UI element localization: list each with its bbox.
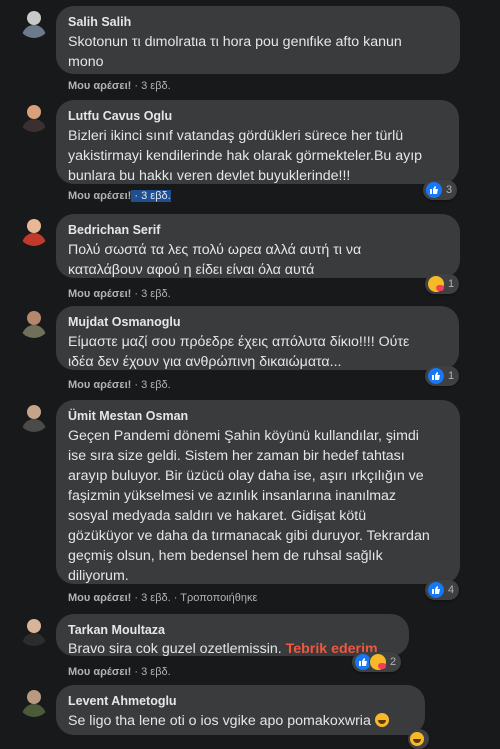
- comment-time[interactable]: 3 εβδ.: [141, 190, 171, 202]
- laughing-emoji-icon: [374, 713, 389, 727]
- comment-author[interactable]: Levent Ahmetoglu: [68, 693, 413, 709]
- care-reaction-icon: [369, 653, 387, 671]
- comment-text: Πολύ σωστά τα λες πολύ ωρεα αλλά αυτή τι…: [68, 240, 448, 280]
- avatar-body: [22, 25, 46, 38]
- reaction-count: 1: [448, 278, 455, 290]
- comment-line: Πολύ σωστά τα λες πολύ ωρεα αλλά αυτή τι…: [68, 242, 362, 258]
- avatar-head: [27, 619, 41, 633]
- comment-actions: Μου αρέσει! · 3 εβδ.: [68, 80, 171, 92]
- reaction-summary[interactable]: 2: [352, 652, 402, 672]
- avatar-body: [22, 119, 46, 132]
- comment-line: arayıp buluyor. Bir üzücü olay daha ise,…: [68, 468, 424, 484]
- avatar[interactable]: [18, 614, 50, 646]
- comment-actions: Μου αρέσει! · 3 εβδ. · Τροποποιήθηκε: [68, 592, 258, 604]
- comment-text-plain: Se ligo tha lene oti o ios vgike apo pom…: [68, 713, 371, 729]
- like-link[interactable]: Μου αρέσει!: [68, 288, 131, 300]
- comment-time[interactable]: 3 εβδ.: [141, 666, 171, 678]
- avatar-body: [22, 704, 46, 717]
- reaction-count: 2: [390, 656, 397, 668]
- avatar[interactable]: [18, 6, 50, 38]
- comment-author[interactable]: Ümit Mestan Osman: [68, 408, 448, 424]
- reaction-summary[interactable]: [408, 729, 429, 749]
- reaction-count: 3: [446, 184, 453, 196]
- comment-bubble: Ümit Mestan Osman Geçen Pandemi dönemi Ş…: [56, 400, 460, 584]
- comment-line: faşizmin yükselmesi ve azınlık insanları…: [68, 488, 397, 504]
- thumbs-up-icon: [425, 181, 443, 199]
- comment-author[interactable]: Lutfu Cavus Oglu: [68, 108, 447, 124]
- avatar-body: [22, 633, 46, 646]
- comment-line: geçmiş olsun, hem bedensel hem de ruhsal…: [68, 548, 383, 564]
- reaction-count: 4: [448, 584, 455, 596]
- like-link[interactable]: Μου αρέσει!: [68, 80, 131, 92]
- comment-line: yakistirmayi kendilerinde hak olarak gör…: [68, 148, 423, 164]
- comment-line: gözüküyor ve daha da tırmanacak gibi dur…: [68, 528, 430, 544]
- comment-line: bunlara bu hakkı veren devlet buyuklerin…: [68, 168, 351, 184]
- avatar-body: [22, 419, 46, 432]
- reaction-count: 1: [448, 370, 455, 382]
- comment-author[interactable]: Salih Salih: [68, 14, 448, 30]
- comment-text: Se ligo tha lene oti o ios vgike apo pom…: [68, 711, 413, 731]
- avatar-body: [22, 233, 46, 246]
- comment-line: Bizleri ikinci sınıf vatandaş gördükleri…: [68, 128, 404, 144]
- avatar-head: [27, 405, 41, 419]
- comment-time[interactable]: 3 εβδ.: [141, 592, 171, 604]
- comment-text: Bizleri ikinci sınıf vatandaş gördükleri…: [68, 126, 447, 186]
- like-link[interactable]: Μου αρέσει!: [68, 190, 131, 202]
- comment-line: Skotonun τι dιmolratιa τι hora pou genιf…: [68, 34, 402, 50]
- avatar-head: [27, 690, 41, 704]
- comment-bubble: Lutfu Cavus Oglu Bizleri ikinci sınıf va…: [56, 100, 459, 184]
- comment-bubble: Tarkan Moultaza Bravo sira cok guzel oze…: [56, 614, 409, 659]
- like-link[interactable]: Μου αρέσει!: [68, 379, 131, 391]
- comment-bubble: Salih Salih Skotonun τι dιmolratιa τι ho…: [56, 6, 460, 74]
- comment-time[interactable]: 3 εβδ.: [141, 379, 171, 391]
- comment-author[interactable]: Mujdat Osmanoglu: [68, 314, 447, 330]
- avatar-head: [27, 219, 41, 233]
- avatar[interactable]: [18, 100, 50, 132]
- comment-bubble: Mujdat Osmanoglu Είμαστε μαζί σου πρόεδρ…: [56, 306, 459, 370]
- avatar-body: [22, 325, 46, 338]
- comment-line: diliyorum.: [68, 568, 129, 584]
- comment-author[interactable]: Bedrichan Serif: [68, 222, 448, 238]
- comment-line: sosyal medyada saldırı ve hakaret. Gidiş…: [68, 508, 367, 524]
- reaction-summary[interactable]: 1: [425, 366, 460, 386]
- comment-actions: Μου αρέσει! · 3 εβδ.: [68, 666, 171, 678]
- comment-text: Bravo sira cok guzel ozetlemissin. Tebri…: [68, 639, 397, 659]
- comment-actions: Μου αρέσει! · 3 εβδ.: [68, 288, 171, 300]
- edited-label[interactable]: Τροποποιήθηκε: [180, 592, 257, 604]
- like-link[interactable]: Μου αρέσει!: [68, 592, 131, 604]
- reaction-summary[interactable]: 3: [423, 180, 458, 200]
- comment-author[interactable]: Tarkan Moultaza: [68, 622, 397, 638]
- selected-text: · 3 εβδ.: [131, 190, 171, 202]
- avatar-head: [27, 11, 41, 25]
- comment-actions: Μου αρέσει! · 3 εβδ.: [68, 379, 171, 391]
- comment-time[interactable]: 3 εβδ.: [141, 80, 171, 92]
- reaction-summary[interactable]: 4: [425, 580, 460, 600]
- avatar[interactable]: [18, 306, 50, 338]
- comment-text: Είμαστε μαζί σου πρόεδρε έχεις απόλυτα δ…: [68, 332, 447, 372]
- comment-text-plain: Bravo sira cok guzel ozetlemissin.: [68, 641, 282, 657]
- avatar[interactable]: [18, 400, 50, 432]
- comment-actions: Μου αρέσει! · 3 εβδ.: [68, 189, 171, 203]
- comment-text: Skotonun τι dιmolratιa τι hora pou genιf…: [68, 32, 448, 72]
- comment-line: καταλάβουν αφού η είδει είναι όλα αυτά: [68, 262, 315, 278]
- avatar-head: [27, 105, 41, 119]
- comment-bubble: Bedrichan Serif Πολύ σωστά τα λες πολύ ω…: [56, 214, 460, 278]
- comment-line: mono: [68, 54, 104, 70]
- avatar[interactable]: [18, 685, 50, 717]
- avatar-head: [27, 311, 41, 325]
- laughing-emoji-icon: [410, 732, 424, 746]
- thumbs-up-icon: [427, 581, 445, 599]
- thumbs-up-icon: [427, 367, 445, 385]
- reaction-summary[interactable]: 1: [425, 274, 460, 294]
- care-reaction-icon: [427, 275, 445, 293]
- avatar[interactable]: [18, 214, 50, 246]
- comment-line: Είμαστε μαζί σου πρόεδρε έχεις απόλυτα δ…: [68, 334, 410, 350]
- comment-line: ιδέα δεν έχουν για ανθρώπινη δικαιώματα.…: [68, 354, 342, 370]
- comment-line: Geçen Pandemi dönemi Şahin köyünü kullan…: [68, 428, 419, 444]
- comment-line: ise sıra size geldi. Sistem her zaman bi…: [68, 448, 405, 464]
- comment-time[interactable]: 3 εβδ.: [141, 288, 171, 300]
- comment-text: Geçen Pandemi dönemi Şahin köyünü kullan…: [68, 426, 448, 586]
- comment-bubble: Levent Ahmetoglu Se ligo tha lene oti o …: [56, 685, 425, 735]
- like-link[interactable]: Μου αρέσει!: [68, 666, 131, 678]
